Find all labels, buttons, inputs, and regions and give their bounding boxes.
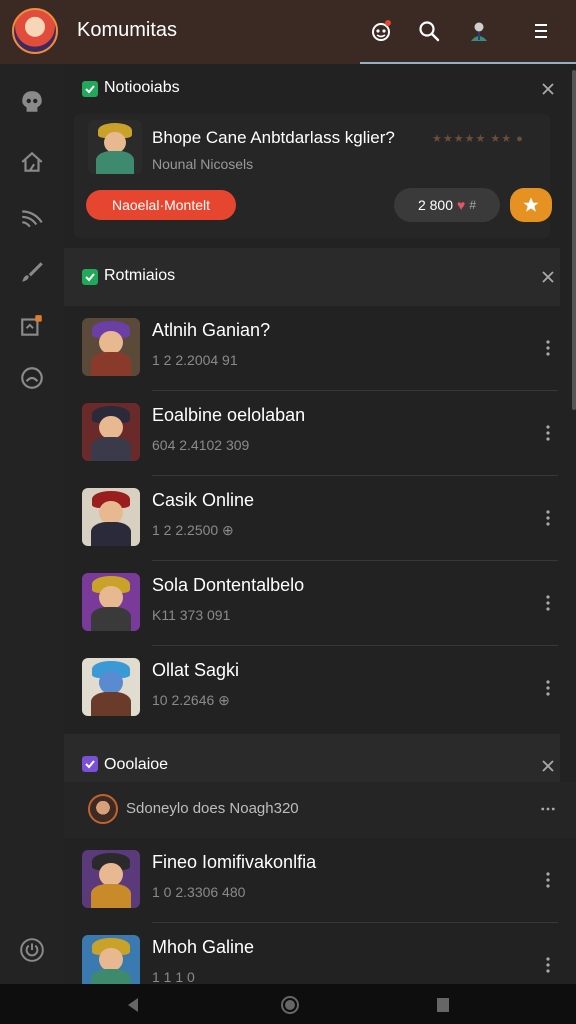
side-rail <box>0 64 64 984</box>
game-thumbnail <box>82 403 140 461</box>
hash-icon: # <box>469 198 477 212</box>
game-title: Sola Dontentalbelo <box>152 575 305 595</box>
scrollbar[interactable] <box>572 70 576 410</box>
signal-icon[interactable] <box>16 202 48 234</box>
list-item[interactable]: Ollat Sagki 10 2.2646 ⊕ <box>64 646 560 731</box>
page-title: Komumitas <box>77 19 178 41</box>
game-title: Mhoh Galine <box>152 937 255 957</box>
favorite-button[interactable] <box>510 188 552 222</box>
skull-icon[interactable] <box>16 86 48 118</box>
gamepad-icon[interactable] <box>16 362 48 394</box>
game-meta: 604 2.4102 309 <box>152 437 250 453</box>
more-options-icon[interactable] <box>540 953 556 977</box>
avatar <box>88 794 118 824</box>
heart-icon: ♥ <box>457 197 466 213</box>
power-icon[interactable] <box>16 934 48 966</box>
search-icon[interactable] <box>414 16 444 46</box>
menu-icon[interactable] <box>526 16 556 46</box>
more-options-icon[interactable] <box>540 421 556 445</box>
list-item[interactable]: Mhoh Galine 1 1 1 0 <box>64 923 560 984</box>
likes-pill[interactable]: 2 800 ♥ # <box>394 188 500 222</box>
game-meta: 1 2 2.2004 91 <box>152 352 238 368</box>
game-title: Eoalbine oelolaban <box>152 405 306 425</box>
game-thumbnail <box>82 318 140 376</box>
likes-count: 2 800 <box>417 197 454 213</box>
section-title: Notiooiabs <box>104 79 180 96</box>
star-icon <box>523 197 539 212</box>
more-options-icon[interactable] <box>540 336 556 360</box>
game-thumbnail <box>82 573 140 631</box>
app-avatar[interactable] <box>12 8 58 54</box>
close-icon[interactable] <box>538 267 558 287</box>
more-options-icon[interactable] <box>538 802 558 816</box>
list-item[interactable]: Casik Online 1 2 2.2500 ⊕ <box>64 476 560 561</box>
game-meta: 1 1 1 0 <box>152 969 195 984</box>
game-meta: 10 2.2646 ⊕ <box>152 692 230 708</box>
game-thumbnail <box>82 935 140 984</box>
game-thumbnail <box>82 850 140 908</box>
game-thumbnail <box>82 658 140 716</box>
game-meta: 1 2 2.2500 ⊕ <box>152 522 234 538</box>
profile-icon[interactable] <box>464 16 494 46</box>
system-nav-bar <box>0 984 576 1024</box>
brush-icon[interactable] <box>16 256 48 288</box>
primary-action-button[interactable]: Naoelal·Montelt <box>86 190 236 220</box>
check-icon[interactable] <box>82 756 98 772</box>
feed: Notiooiabs Bhope Cane Anbtdarlass kglier… <box>64 64 576 984</box>
robot-notification-icon[interactable] <box>366 16 396 46</box>
section-title: Rotmiaios <box>104 267 176 284</box>
back-icon[interactable] <box>122 994 144 1016</box>
more-options-icon[interactable] <box>540 868 556 892</box>
rating-stars: ★★★★★ ★★ ● <box>432 133 524 145</box>
list-item[interactable]: Fineo Iomifivakonlfia 1 0 2.3306 480 <box>64 838 560 923</box>
close-icon[interactable] <box>538 756 558 776</box>
section-header-discussions: Ooolaioe <box>64 734 560 782</box>
check-icon[interactable] <box>82 81 98 97</box>
home-icon[interactable] <box>16 146 48 178</box>
list-item[interactable]: Eoalbine oelolaban 604 2.4102 309 <box>64 391 560 476</box>
featured-game-subtitle: Nounal Nicosels <box>152 156 254 172</box>
game-title: Fineo Iomifivakonlfia <box>152 852 317 872</box>
game-thumbnail <box>88 120 142 174</box>
list-item[interactable]: Sola Dontentalbelo K11 373 091 <box>64 561 560 646</box>
game-title: Atlnih Ganian? <box>152 320 271 340</box>
list-item[interactable]: Atlnih Ganian? 1 2 2.2004 91 <box>64 306 560 391</box>
section-header-notifications: Notiooiabs <box>64 64 560 114</box>
game-meta: 1 0 2.3306 480 <box>152 884 246 900</box>
game-meta: K11 373 091 <box>152 607 231 623</box>
notification-icon[interactable] <box>16 310 48 342</box>
top-bar: Komumitas <box>0 0 576 64</box>
section-title: Ooolaioe <box>104 756 169 773</box>
featured-game-card[interactable]: Bhope Cane Anbtdarlass kglier? Nounal Ni… <box>74 114 552 238</box>
section-header-recommended: Rotmiaios <box>64 248 560 306</box>
game-thumbnail <box>82 488 140 546</box>
game-title: Ollat Sagki <box>152 660 240 680</box>
featured-game-title: Bhope Cane Anbtdarlass kglier? <box>152 128 395 147</box>
game-title: Casik Online <box>152 490 255 510</box>
comment-text: Sdoneylo does Noagh320 <box>126 800 299 817</box>
more-options-icon[interactable] <box>540 506 556 530</box>
recents-icon[interactable] <box>432 994 454 1016</box>
comment-preview[interactable]: Sdoneylo does Noagh320 <box>64 782 576 838</box>
close-icon[interactable] <box>538 79 558 99</box>
home-button-icon[interactable] <box>279 994 301 1016</box>
more-options-icon[interactable] <box>540 676 556 700</box>
check-icon[interactable] <box>82 269 98 285</box>
more-options-icon[interactable] <box>540 591 556 615</box>
